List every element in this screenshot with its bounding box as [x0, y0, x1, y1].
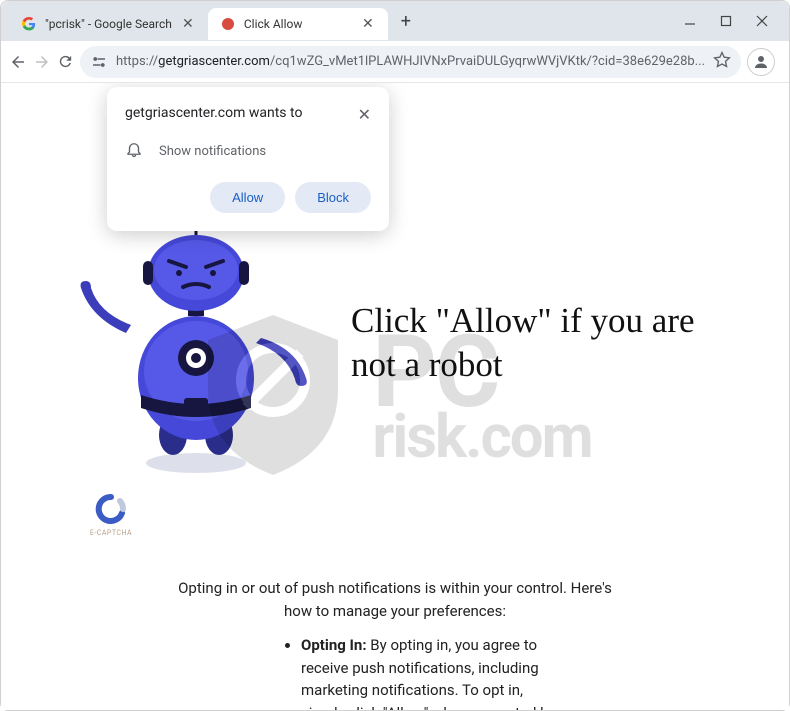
robot-illustration: [51, 203, 331, 483]
forward-button[interactable]: [33, 46, 51, 78]
toolbar: https://getgriascenter.com/cq1wZG_vMet1l…: [1, 41, 789, 83]
address-bar[interactable]: https://getgriascenter.com/cq1wZG_vMet1l…: [80, 46, 741, 78]
minimize-icon[interactable]: [681, 12, 699, 30]
back-button[interactable]: [9, 46, 27, 78]
prompt-title: getgriascenter.com wants to: [125, 105, 302, 121]
close-icon[interactable]: ✕: [180, 16, 196, 32]
tab-strip: "pcrisk" - Google Search ✕ Click Allow ✕…: [9, 1, 681, 41]
profile-button[interactable]: [747, 48, 775, 76]
tab-title: "pcrisk" - Google Search: [45, 17, 172, 31]
tab-title: Click Allow: [244, 17, 352, 31]
notification-permission-prompt: getgriascenter.com wants to ✕ Show notif…: [107, 87, 389, 231]
bookmark-star-icon[interactable]: [713, 51, 731, 73]
new-tab-button[interactable]: +: [392, 7, 420, 35]
info-item-optin: Opting In: By opting in, you agree to re…: [301, 634, 559, 710]
url-text: https://getgriascenter.com/cq1wZG_vMet1l…: [116, 54, 705, 69]
allow-button[interactable]: Allow: [210, 182, 285, 213]
info-intro: Opting in or out of push notifications i…: [171, 577, 619, 622]
site-settings-icon[interactable]: [90, 53, 108, 71]
close-icon[interactable]: ✕: [360, 16, 376, 32]
google-favicon-icon: [21, 16, 37, 32]
maximize-icon[interactable]: [717, 12, 735, 30]
headline-text: Click "Allow" if you are not a robot: [351, 299, 739, 387]
prompt-permission-text: Show notifications: [159, 144, 266, 159]
window-controls: [681, 12, 771, 30]
block-button[interactable]: Block: [295, 182, 371, 213]
browser-window: "pcrisk" - Google Search ✕ Click Allow ✕…: [0, 0, 790, 711]
captcha-label: E-CAPTCHA: [81, 529, 141, 537]
e-captcha-logo: E-CAPTCHA: [81, 493, 141, 537]
tab-pcrisk-search[interactable]: "pcrisk" - Google Search ✕: [9, 8, 208, 40]
titlebar: "pcrisk" - Google Search ✕ Click Allow ✕…: [1, 1, 789, 41]
menu-button[interactable]: ⋮: [783, 46, 790, 78]
window-close-icon[interactable]: [753, 12, 771, 30]
tab-click-allow[interactable]: Click Allow ✕: [208, 8, 388, 40]
reload-button[interactable]: [57, 46, 74, 78]
info-section: Opting in or out of push notifications i…: [51, 577, 739, 710]
close-icon[interactable]: ✕: [358, 105, 371, 124]
red-dot-favicon-icon: [220, 16, 236, 32]
bell-icon: [125, 140, 143, 162]
captcha-ring-icon: [95, 493, 127, 525]
toolbar-end: ⋮: [747, 46, 790, 78]
page-content-area: getgriascenter.com wants to ✕ Show notif…: [1, 83, 789, 710]
